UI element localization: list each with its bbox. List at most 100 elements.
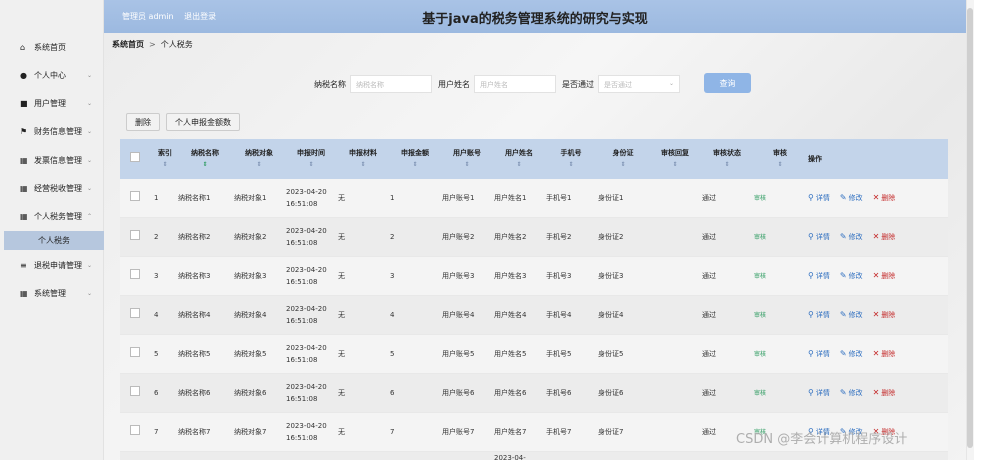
column-header[interactable]: 手机号 ⇕ — [546, 147, 598, 171]
column-header[interactable]: 用户账号 ⇕ — [442, 147, 494, 171]
sidebar-item-3[interactable]: ⚑ 财务信息管理 ⌄ — [0, 120, 104, 142]
detail-button[interactable]: ⚲ 详情 — [808, 309, 830, 321]
sort-icon[interactable]: ⇕ — [546, 159, 596, 171]
column-header[interactable]: 纳税名称 ⇕ — [178, 147, 234, 171]
scrollbar-thumb[interactable] — [967, 8, 973, 448]
sort-icon[interactable]: ⇕ — [702, 159, 752, 171]
row-checkbox[interactable] — [130, 230, 140, 240]
edit-button[interactable]: ✎ 修改 — [840, 348, 863, 360]
sidebar-subitem-personal-tax[interactable]: 个人税务 — [4, 231, 104, 250]
cell-idcard: 身份证5 — [598, 350, 624, 358]
column-header[interactable]: 审核回复 ⇕ — [650, 147, 702, 171]
audit-link[interactable]: 审核 — [754, 390, 766, 397]
column-header[interactable]: 身份证 ⇕ — [598, 147, 650, 171]
row-checkbox[interactable] — [130, 308, 140, 318]
breadcrumb-home[interactable]: 系统首页 — [112, 40, 144, 49]
sort-icon[interactable]: ⇕ — [598, 159, 648, 171]
sidebar-item-5[interactable]: ▦ 经营税收管理 ⌄ — [0, 177, 104, 199]
edit-button[interactable]: ✎ 修改 — [840, 270, 863, 282]
row-delete-button[interactable]: ✕ 删除 — [873, 348, 896, 360]
row-checkbox[interactable] — [130, 269, 140, 279]
sort-icon[interactable]: ⇕ — [154, 159, 176, 171]
detail-button[interactable]: ⚲ 详情 — [808, 387, 830, 399]
tax-name-input[interactable]: 纳税名称 — [350, 75, 432, 93]
sort-icon[interactable]: ⇕ — [286, 159, 336, 171]
cell-time: 2023-04-20 16:51:08 — [286, 383, 327, 403]
row-checkbox[interactable] — [130, 386, 140, 396]
audit-link[interactable]: 审核 — [754, 234, 766, 241]
row-checkbox[interactable] — [130, 191, 140, 201]
row-delete-button[interactable]: ✕ 删除 — [873, 387, 896, 399]
sort-icon[interactable]: ⇕ — [178, 159, 232, 171]
column-header[interactable]: 纳税对象 ⇕ — [234, 147, 286, 171]
detail-button[interactable]: ⚲ 详情 — [808, 270, 830, 282]
detail-button[interactable]: ⚲ 详情 — [808, 192, 830, 204]
sidebar-item-7[interactable]: ≡ 退税申请管理 ⌄ — [0, 254, 104, 276]
column-header[interactable]: 操作 — [808, 153, 940, 165]
edit-button[interactable]: ✎ 修改 — [840, 309, 863, 321]
table-row[interactable]: 1 纳税名称1 纳税对象1 2023-04-20 16:51:08 无 1 用户账号1 用户姓… — [120, 179, 948, 218]
column-header[interactable]: 申报时间 ⇕ — [286, 147, 338, 171]
row-delete-button[interactable]: ✕ 删除 — [873, 231, 896, 243]
sidebar-item-0[interactable]: ⌂ 系统首页 — [0, 36, 104, 58]
select-all-checkbox[interactable] — [130, 152, 140, 162]
search-icon: ⚲ — [808, 193, 814, 202]
sidebar-item-4[interactable]: ▦ 发票信息管理 ⌄ — [0, 149, 104, 171]
row-delete-button[interactable]: ✕ 删除 — [873, 192, 896, 204]
table-row[interactable]: 2 纳税名称2 纳税对象2 2023-04-20 16:51:08 无 2 用户账号2 用户姓… — [120, 218, 948, 257]
sort-icon[interactable]: ⇕ — [650, 159, 700, 171]
table-row[interactable]: 5 纳税名称5 纳税对象5 2023-04-20 16:51:08 无 5 用户账号5 用户姓… — [120, 335, 948, 374]
row-delete-button[interactable]: ✕ 删除 — [873, 270, 896, 282]
sort-icon[interactable]: ⇕ — [234, 159, 284, 171]
passed-select[interactable]: 是否通过 ⌄ — [598, 75, 680, 93]
audit-link[interactable]: 审核 — [754, 195, 766, 202]
edit-button[interactable]: ✎ 修改 — [840, 231, 863, 243]
user-name-input[interactable]: 用户姓名 — [474, 75, 556, 93]
detail-button[interactable]: ⚲ 详情 — [808, 348, 830, 360]
detail-button[interactable]: ⚲ 详情 — [808, 231, 830, 243]
cell-time: 2023-04-20 16:51:08 — [286, 188, 327, 208]
row-checkbox[interactable] — [130, 425, 140, 435]
query-button[interactable]: 查询 — [704, 73, 751, 93]
table-row[interactable]: 2023-04- — [120, 452, 948, 460]
edit-button[interactable]: ✎ 修改 — [840, 192, 863, 204]
sort-icon[interactable]: ⇕ — [390, 159, 440, 171]
sort-icon[interactable]: ⇕ — [338, 159, 388, 171]
audit-link[interactable]: 审核 — [754, 351, 766, 358]
cell-uname: 用户姓名2 — [494, 233, 527, 241]
sidebar-item-label: 个人中心 — [34, 70, 66, 80]
row-delete-button[interactable]: ✕ 删除 — [873, 309, 896, 321]
column-header[interactable]: 申报材料 ⇕ — [338, 147, 390, 171]
edit-button[interactable]: ✎ 修改 — [840, 387, 863, 399]
pencil-icon: ✎ — [839, 193, 847, 202]
sort-icon[interactable]: ⇕ — [754, 159, 806, 171]
delete-button[interactable]: 删除 — [126, 113, 160, 131]
sidebar-item-1[interactable]: ● 个人中心 ⌄ — [0, 64, 104, 86]
sidebar-item-8[interactable]: ▦ 系统管理 ⌄ — [0, 282, 104, 304]
sidebar-item-label: 个人税务管理 — [34, 211, 82, 221]
cell-material: 无 — [338, 272, 345, 280]
column-header[interactable]: 用户姓名 ⇕ — [494, 147, 546, 171]
column-header[interactable]: 审核 ⇕ — [754, 147, 808, 171]
audit-link[interactable]: 审核 — [754, 312, 766, 319]
row-checkbox[interactable] — [130, 347, 140, 357]
pencil-icon: ✎ — [839, 232, 847, 241]
sidebar-item-2[interactable]: ■ 用户管理 ⌄ — [0, 92, 104, 114]
chevron-down-icon: ⌄ — [86, 127, 92, 135]
cell-idx: 5 — [154, 350, 159, 358]
cell-account: 用户账号4 — [442, 311, 475, 319]
search-icon: ⚲ — [808, 388, 814, 397]
sort-icon[interactable]: ⇕ — [494, 159, 544, 171]
table-row[interactable]: 4 纳税名称4 纳税对象4 2023-04-20 16:51:08 无 4 用户账号4 用户姓… — [120, 296, 948, 335]
report-amount-button[interactable]: 个人申报金额数 — [166, 113, 240, 131]
column-header[interactable]: 索引 ⇕ — [154, 147, 178, 171]
table-row[interactable]: 6 纳税名称6 纳税对象6 2023-04-20 16:51:08 无 6 用户账号6 用户姓… — [120, 374, 948, 413]
sidebar-item-6[interactable]: ▦ 个人税务管理 ⌃ — [0, 205, 104, 227]
sidebar-item-label: 发票信息管理 — [34, 155, 82, 165]
cell-material: 无 — [338, 194, 345, 202]
column-header[interactable]: 审核状态 ⇕ — [702, 147, 754, 171]
column-header[interactable]: 申报金额 ⇕ — [390, 147, 442, 171]
table-row[interactable]: 3 纳税名称3 纳税对象3 2023-04-20 16:51:08 无 3 用户账号3 用户姓… — [120, 257, 948, 296]
audit-link[interactable]: 审核 — [754, 273, 766, 280]
sort-icon[interactable]: ⇕ — [442, 159, 492, 171]
